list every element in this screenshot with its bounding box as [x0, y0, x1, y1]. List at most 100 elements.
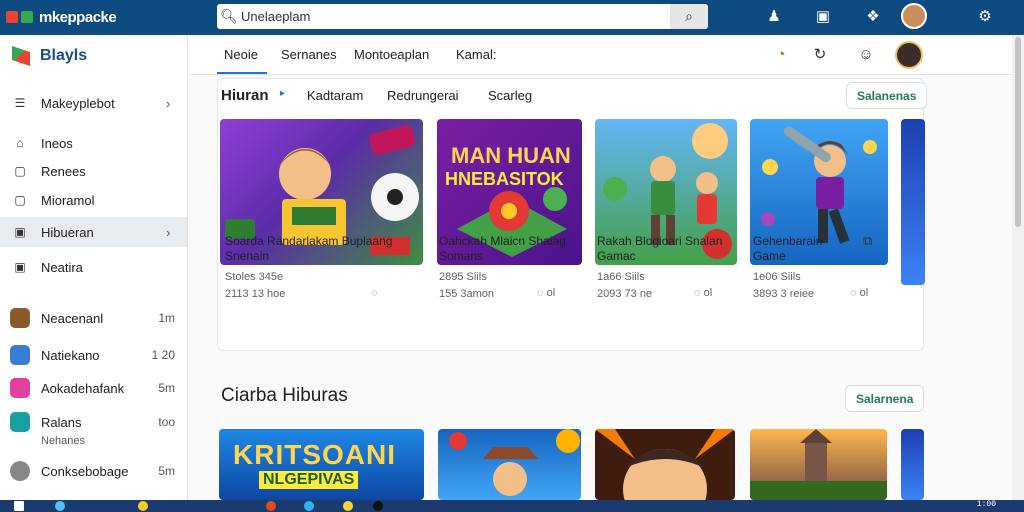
see-more-button[interactable]: Salarnena	[845, 385, 925, 412]
app-avatar-icon	[10, 412, 30, 432]
comment-icon[interactable]: ◌ ol	[537, 287, 555, 299]
taskbar-app-icon[interactable]	[304, 501, 314, 511]
browser-icon[interactable]	[266, 501, 276, 511]
tab-kamal[interactable]: Kamal:	[456, 47, 496, 62]
game-title[interactable]: Gehenbarain	[753, 234, 822, 249]
sidebar-app-neacenanl[interactable]: Neacenanl 1m	[0, 303, 187, 333]
start-icon[interactable]	[14, 501, 24, 511]
app-logo[interactable]: mkeppacke	[6, 6, 117, 28]
user-avatar[interactable]	[895, 41, 923, 69]
page-scrollbar[interactable]	[1012, 35, 1024, 500]
user-icon[interactable]: ♟	[764, 7, 784, 27]
sidebar-item-ineos[interactable]: ⌂ Ineos	[0, 128, 187, 158]
game-art-icon	[595, 429, 735, 500]
top-app-bar: mkeppacke 🔍︎ ⌕ ♟ ▣ ❖ ⚙	[0, 0, 1024, 35]
main-content: Neoie Sernanes Montoeaplan Kamal: ◔ ↻ ☺ …	[189, 35, 1012, 500]
sidebar-item-renees[interactable]: ▢ Renees	[0, 156, 187, 186]
section-title: Hiuran	[221, 87, 269, 104]
chevron-right-icon: ›	[166, 224, 171, 240]
see-more-label: Salarnena	[856, 391, 914, 406]
home-icon: ⌂	[16, 136, 24, 150]
section-arrow-icon[interactable]: ▸	[280, 88, 285, 99]
game-subtitle: Gamac	[597, 249, 636, 263]
profile-icon[interactable]: ☺	[856, 45, 876, 65]
scrollbar-thumb[interactable]	[1015, 37, 1021, 227]
svg-text:HNEBASITOK: HNEBASITOK	[445, 169, 564, 189]
sidebar-app-ralans[interactable]: Ralans too	[0, 407, 187, 437]
menu-list-icon: ☰	[14, 96, 26, 110]
search-input[interactable]	[241, 5, 670, 28]
banner-title: KRITSOANI	[233, 439, 396, 470]
app-avatar-icon	[10, 461, 30, 481]
game-art-icon	[750, 429, 887, 500]
filter-kadtaram[interactable]: Kadtaram	[307, 88, 363, 103]
game-thumbnail[interactable]: KRITSOANI NLGEPIVAS	[219, 429, 424, 500]
search-icon: ⌕	[685, 8, 693, 24]
sidebar-item-label: Ineos	[41, 135, 73, 151]
logo-mark-icon	[21, 11, 33, 23]
apps-icon[interactable]: ❖	[863, 7, 883, 27]
game-title[interactable]: Oahckah Mlaicn Shaiag	[439, 234, 566, 249]
game-thumbnail-partial[interactable]	[901, 119, 925, 285]
see-all-button[interactable]: Salanenas	[846, 82, 928, 109]
sidebar-app-aokadehafank[interactable]: Aokadehafank 5m	[0, 373, 187, 403]
active-tab-indicator	[217, 72, 267, 74]
sidebar-brand[interactable]: Blayls	[12, 46, 87, 66]
game-meta: 2093 73 ne	[597, 288, 653, 300]
app-avatar-icon	[10, 308, 30, 328]
filter-redrungerai[interactable]: Redrungerai	[387, 88, 459, 103]
tab-montoeaplan[interactable]: Montoeaplan	[354, 47, 429, 62]
window-icon: ▢	[14, 193, 26, 207]
app-meta: 1 20	[151, 348, 175, 362]
game-thumbnail[interactable]	[595, 429, 735, 500]
comment-icon[interactable]: ◌ ol	[850, 287, 868, 299]
sidebar-item-hibueran[interactable]: ▣ Hibueran ›	[0, 217, 187, 247]
search-button[interactable]: ⌕	[670, 4, 708, 29]
search-icon: 🔍︎	[220, 8, 238, 24]
taskbar-app-icon[interactable]	[373, 501, 383, 511]
game-title[interactable]: Soarda Randarlakam Buplaang	[225, 234, 392, 249]
tab-bar: Neoie Sernanes Montoeaplan Kamal: ◔ ↻ ☺	[189, 35, 1012, 75]
game-subtitle: Somans	[439, 249, 484, 263]
app-avatar-icon	[10, 345, 30, 365]
sidebar-item-makeyplebot[interactable]: ☰ Makeyplebot ›	[0, 88, 187, 118]
sidebar-app-natiekano[interactable]: Natiekano 1 20	[0, 340, 187, 370]
app-meta: too	[158, 415, 175, 429]
logo-mark-icon	[6, 11, 18, 23]
game-thumbnail[interactable]	[750, 429, 887, 500]
sidebar-item-mioramol[interactable]: ▢ Mioramol	[0, 185, 187, 215]
sidebar-item-neatira[interactable]: ▣ Neatira	[0, 252, 187, 282]
settings-icon[interactable]: ⚙	[975, 7, 995, 27]
app-label: Conksebobage	[41, 463, 129, 479]
sidebar-item-label: Makeyplebot	[41, 95, 115, 111]
account-avatar[interactable]	[901, 3, 927, 29]
refresh-icon[interactable]: ↻	[810, 45, 830, 65]
game-thumbnail[interactable]	[438, 429, 581, 500]
game-meta: 155 3amon	[439, 288, 495, 300]
grid-icon[interactable]: ▣	[813, 7, 833, 27]
sidebar-item-label: Mioramol	[41, 192, 95, 208]
comment-icon[interactable]: ◌	[371, 287, 378, 299]
chevron-right-icon: ›	[166, 95, 171, 111]
see-all-label: Salanenas	[857, 88, 917, 103]
app-meta: 5m	[158, 381, 175, 395]
tab-neoie[interactable]: Neoie	[224, 47, 258, 62]
search-icon[interactable]	[55, 501, 65, 511]
taskbar-app-icon[interactable]	[138, 501, 148, 511]
app-meta: 1m	[158, 311, 175, 325]
comment-icon[interactable]: ◌ ol	[694, 287, 712, 299]
taskbar-app-icon[interactable]	[343, 501, 353, 511]
search-bar: 🔍︎ ⌕	[217, 4, 708, 29]
game-title[interactable]: Rakah Blogioari Snalan	[597, 234, 722, 249]
window-icon: ▣	[14, 225, 26, 239]
os-taskbar: 1:00	[0, 500, 1024, 512]
clock[interactable]: 1:00	[977, 500, 996, 509]
tab-sernanes[interactable]: Sernanes	[281, 47, 337, 62]
game-thumbnail-partial[interactable]	[901, 429, 924, 500]
filter-scarleg[interactable]: Scarleg	[488, 88, 532, 103]
app-sublabel: Nehanes	[41, 435, 86, 447]
share-icon[interactable]: ⧉	[863, 233, 872, 249]
sidebar-app-conksebobage[interactable]: Conksebobage 5m	[0, 456, 187, 486]
app-meta: 5m	[158, 464, 175, 478]
notification-icon[interactable]: ◔	[771, 45, 791, 65]
